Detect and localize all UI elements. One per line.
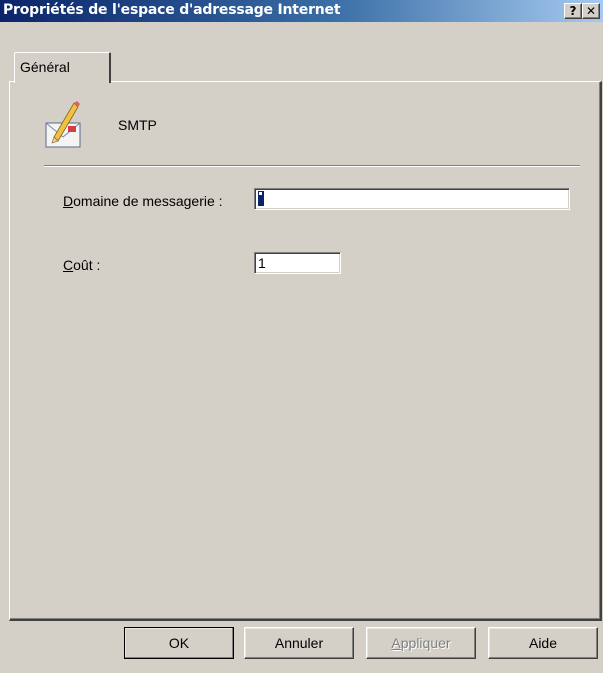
apply-button[interactable]: Appliquer (366, 627, 476, 659)
cancel-button[interactable]: Annuler (244, 627, 354, 659)
tab-general-label: Général (20, 59, 70, 75)
tab-general[interactable]: Général (14, 52, 111, 83)
title-bar[interactable]: Propriétés de l'espace d'adressage Inter… (0, 0, 603, 22)
help-titlebar-button[interactable]: ? (564, 3, 582, 19)
close-button[interactable]: ✕ (582, 3, 600, 19)
domain-label: Domaine de messagerie : (63, 193, 223, 209)
properties-dialog: Propriétés de l'espace d'adressage Inter… (0, 0, 603, 673)
help-button[interactable]: Aide (488, 627, 598, 659)
text-caret (258, 191, 264, 206)
domain-input[interactable] (254, 188, 570, 210)
cost-label: Coût : (63, 257, 101, 273)
separator (44, 165, 580, 167)
window-title: Propriétés de l'espace d'adressage Inter… (3, 2, 341, 18)
service-name: SMTP (118, 117, 157, 133)
tab-panel-general (9, 81, 602, 621)
cost-input[interactable]: 1 (254, 252, 341, 274)
mail-edit-icon (45, 101, 81, 148)
ok-button[interactable]: OK (124, 627, 234, 659)
